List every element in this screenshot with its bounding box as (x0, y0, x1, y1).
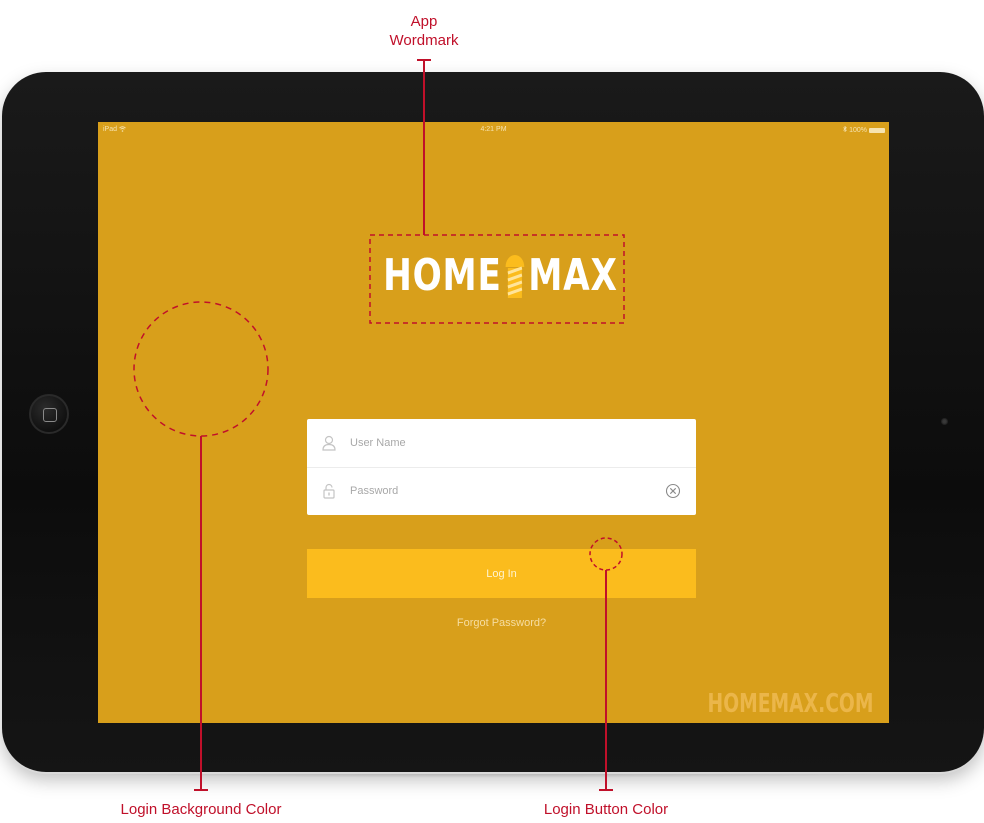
wordmark-annotation-label: App Wordmark (389, 13, 459, 49)
battery-percent: 100% (849, 126, 867, 134)
status-right: 100% (843, 125, 885, 134)
lock-icon (323, 483, 335, 499)
user-icon (322, 435, 336, 451)
bluetooth-icon (843, 125, 847, 134)
wordmark-max: MAX (527, 249, 618, 301)
camera-dot (941, 418, 948, 425)
forgot-password-link[interactable]: Forgot Password? (307, 617, 696, 629)
username-field (307, 419, 696, 468)
username-input[interactable] (350, 433, 650, 453)
background-annotation-label: Login Background Color (120, 801, 282, 818)
login-screen: iPad 4:21 PM 100% HOME MAX User Name Log… (98, 122, 889, 723)
password-input[interactable] (350, 481, 650, 501)
wordmark-home: HOME (382, 249, 502, 301)
status-time: 4:21 PM (480, 126, 507, 133)
clear-icon[interactable] (665, 483, 681, 499)
home-button[interactable] (29, 394, 69, 434)
app-wordmark: HOME MAX (376, 235, 624, 315)
battery-icon (869, 127, 885, 133)
login-card (307, 419, 696, 515)
button-annotation-label: Login Button Color (543, 801, 669, 818)
barber-pole-icon (505, 255, 524, 298)
password-field (307, 467, 696, 515)
login-button[interactable]: Log In (307, 549, 696, 598)
status-bar: iPad 4:21 PM 100% (98, 122, 889, 140)
ipad-device: iPad 4:21 PM 100% HOME MAX User Name Log… (2, 72, 984, 778)
mockup-stage: iPad 4:21 PM 100% HOME MAX User Name Log… (0, 0, 984, 823)
site-url: HOMEMAX.COM (707, 689, 873, 719)
